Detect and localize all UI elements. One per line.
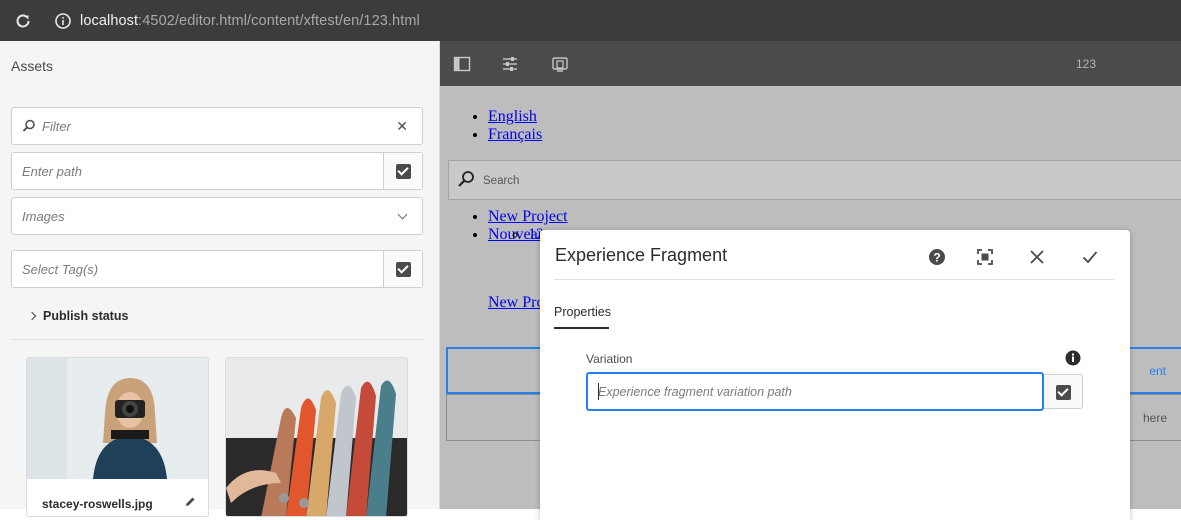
drop-zone-label: here <box>1142 411 1167 425</box>
properties-icon[interactable] <box>501 55 519 73</box>
url-path: :4502/editor.html/content/xftest/en/123.… <box>138 13 420 29</box>
search-icon <box>458 171 474 187</box>
browser-address-bar: localhost:4502/editor.html/content/xftes… <box>0 0 1181 41</box>
language-list: English Français <box>488 108 542 144</box>
chevron-down-icon <box>397 209 408 220</box>
project-link-container: New Pro <box>488 294 544 312</box>
list-item: New Project 12 <box>488 208 568 243</box>
path-input[interactable]: Enter path <box>22 164 82 179</box>
asset-thumbnail <box>27 358 208 479</box>
done-icon[interactable] <box>1080 247 1100 267</box>
checkbox-icon <box>1056 385 1071 400</box>
url-field[interactable]: localhost:4502/editor.html/content/xftes… <box>80 13 420 29</box>
language-link-francais[interactable]: Français <box>488 126 542 143</box>
tags-input[interactable]: Select Tag(s) <box>22 262 98 277</box>
variation-label: Variation <box>586 352 633 366</box>
variation-browse-button[interactable] <box>1044 374 1083 409</box>
divider <box>11 339 423 340</box>
variation-field[interactable] <box>586 372 1044 411</box>
filter-field[interactable]: Filter ✕ <box>11 107 423 145</box>
tags-field[interactable]: Select Tag(s) <box>11 250 423 288</box>
language-link-english[interactable]: English <box>488 108 537 125</box>
path-browse-button[interactable] <box>383 153 422 189</box>
sub-list: 12 <box>488 226 544 244</box>
project-link[interactable]: New Pro <box>488 294 544 311</box>
checkbox-icon <box>396 262 411 277</box>
close-icon[interactable] <box>1027 247 1047 267</box>
asset-type-value: Images <box>22 209 65 224</box>
page-name: 123 <box>1076 57 1097 71</box>
experience-fragment-dialog: Experience Fragment ? Properties Variati… <box>540 230 1130 520</box>
list-item: English <box>488 108 542 126</box>
component-label: ent <box>1149 364 1166 378</box>
filter-input[interactable]: Filter <box>42 119 71 134</box>
fullscreen-icon[interactable] <box>975 247 995 267</box>
edit-icon[interactable] <box>183 495 197 509</box>
dialog-title: Experience Fragment <box>555 245 728 265</box>
asset-type-select[interactable]: Images <box>11 197 423 235</box>
info-icon[interactable] <box>1065 350 1081 366</box>
asset-card[interactable] <box>225 357 408 517</box>
search-icon <box>22 119 35 132</box>
active-tab-indicator <box>554 327 609 329</box>
assets-panel: Assets Filter ✕ Enter path Images Select… <box>0 41 440 517</box>
url-host: localhost <box>80 13 139 29</box>
tab-properties[interactable]: Properties <box>554 305 611 319</box>
project-link[interactable]: New Project <box>488 208 568 225</box>
svg-text:?: ? <box>933 251 940 265</box>
divider <box>554 279 1115 280</box>
checkbox-icon <box>396 164 411 179</box>
assets-panel-title: Assets <box>11 58 54 74</box>
tags-browse-button[interactable] <box>383 251 422 287</box>
text-caret <box>598 383 599 400</box>
side-panel-icon[interactable] <box>453 55 471 73</box>
reload-icon[interactable] <box>14 12 32 30</box>
path-field[interactable]: Enter path <box>11 152 423 190</box>
site-info-icon[interactable] <box>54 12 72 30</box>
chevron-right-icon <box>27 311 37 321</box>
page-search-box[interactable]: Search <box>448 160 1181 200</box>
page-search-input[interactable]: Search <box>483 175 519 187</box>
list-item: Français <box>488 126 542 144</box>
editor-toolbar: 123 <box>440 41 1181 86</box>
help-icon[interactable]: ? <box>927 247 947 267</box>
asset-card[interactable]: stacey-roswells.jpg <box>26 357 209 517</box>
variation-input[interactable] <box>588 374 1042 409</box>
publish-status-label: Publish status <box>43 309 129 323</box>
clear-filter-icon[interactable]: ✕ <box>396 118 408 135</box>
publish-status-toggle[interactable]: Publish status <box>27 309 129 323</box>
asset-thumbnail <box>226 358 407 516</box>
emulator-icon[interactable] <box>551 55 569 73</box>
